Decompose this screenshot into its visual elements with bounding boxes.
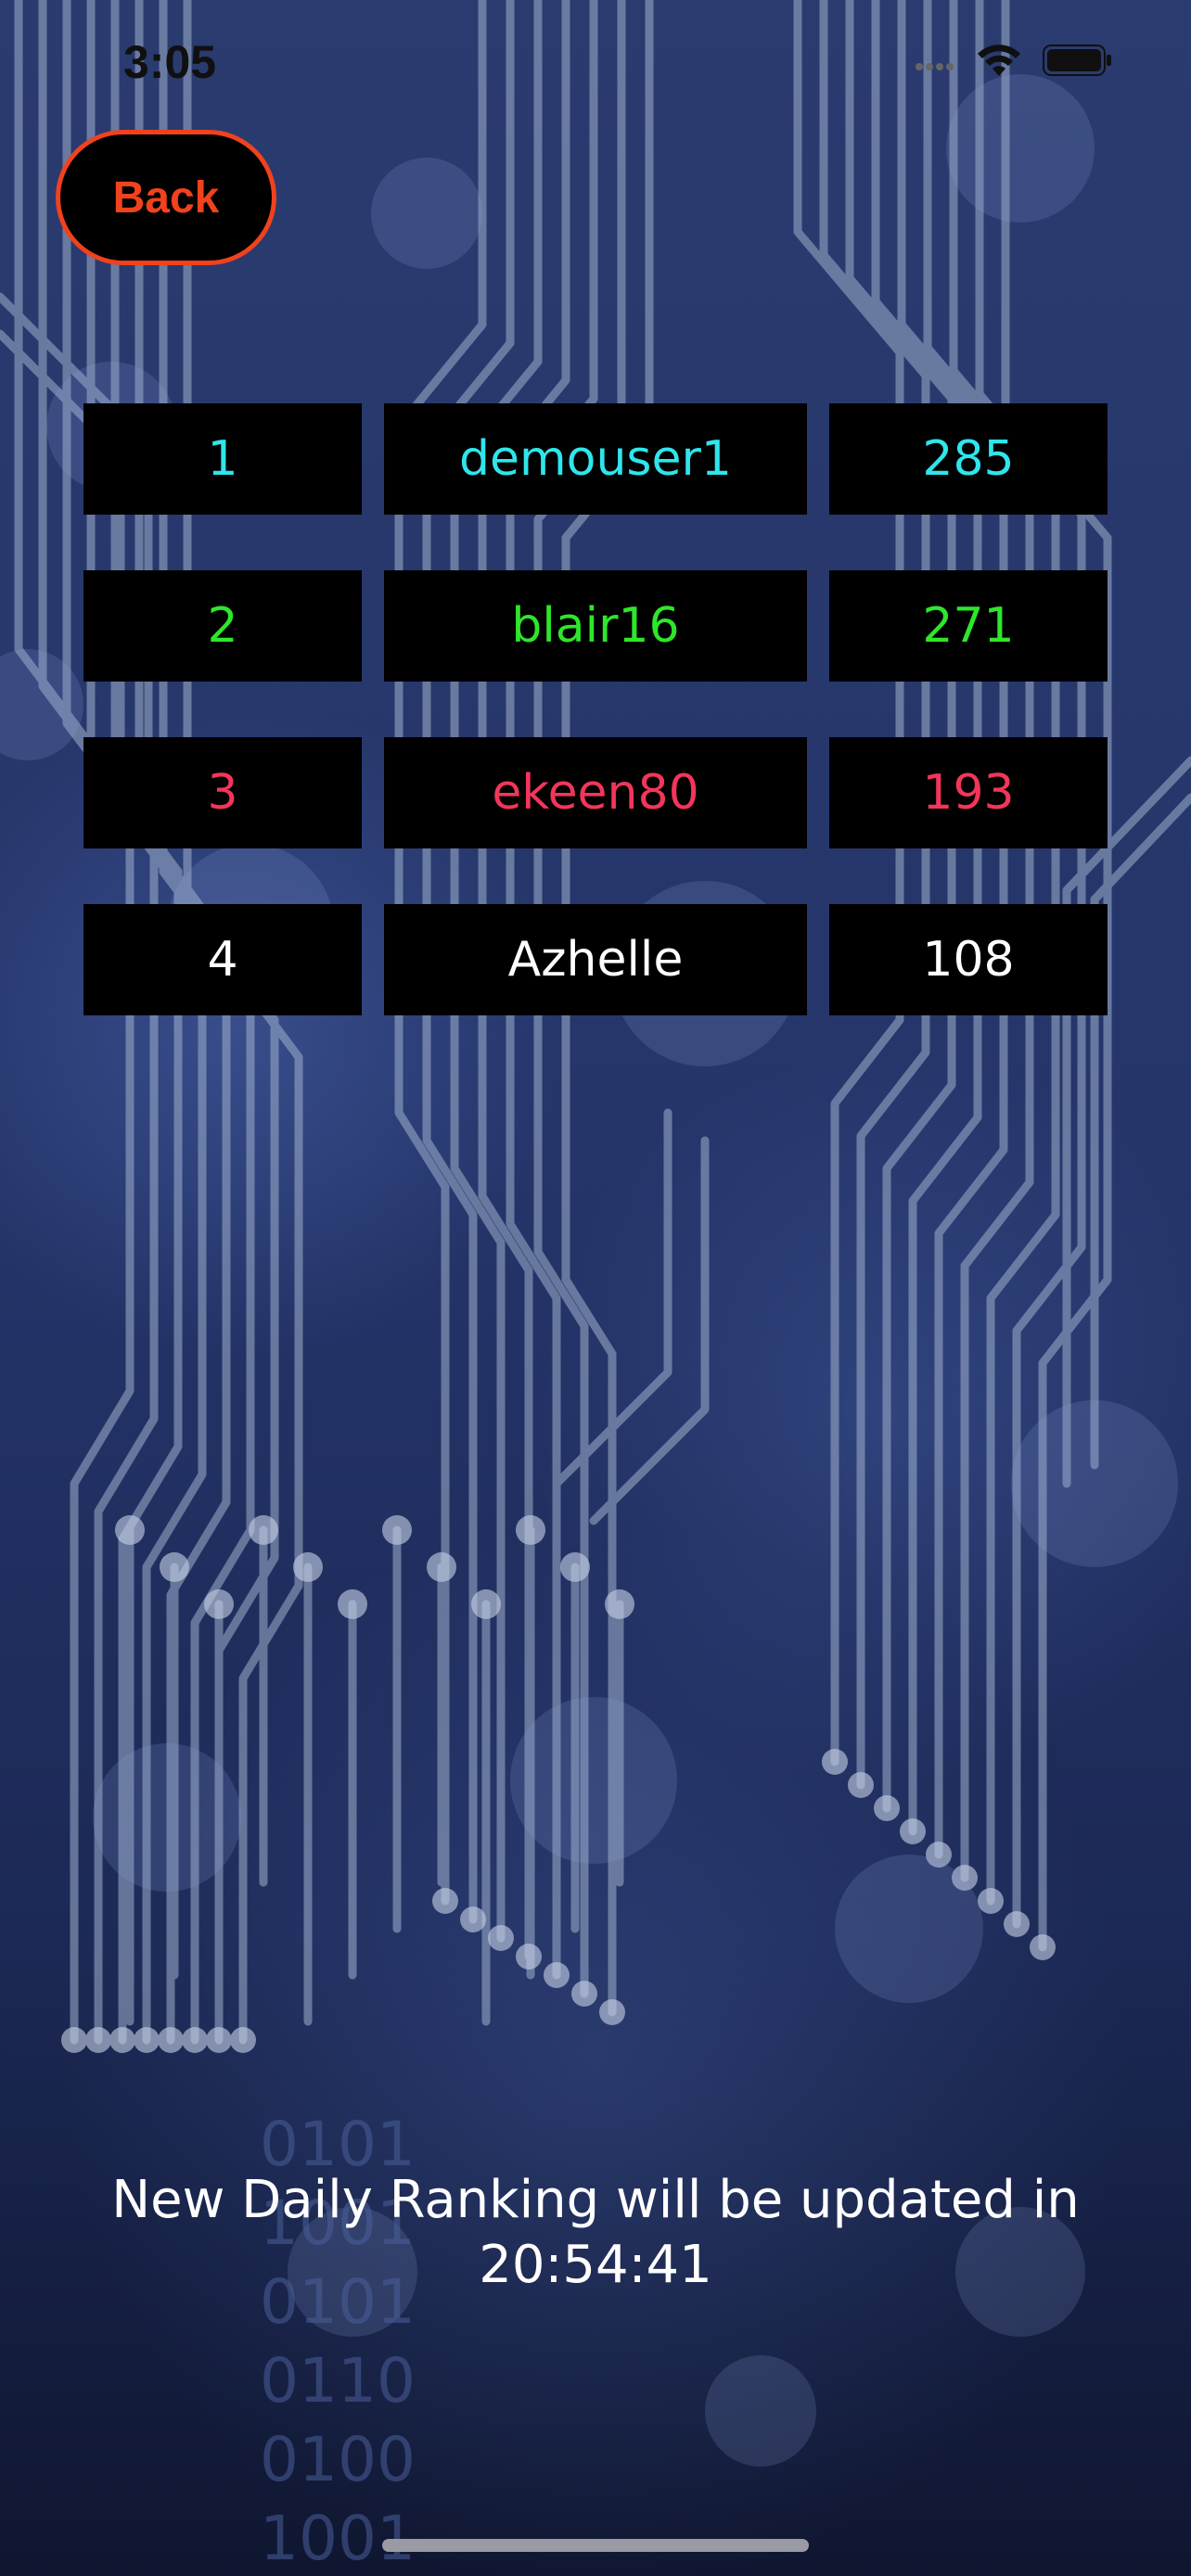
circuit-pad bbox=[293, 1552, 323, 1582]
circuit-pad bbox=[1030, 1934, 1056, 1960]
username-cell: blair16 bbox=[384, 570, 807, 682]
score-cell: 193 bbox=[829, 737, 1108, 848]
circuit-pad bbox=[900, 1818, 926, 1844]
rank-cell: 4 bbox=[83, 904, 362, 1015]
ranking-update-text: New Daily Ranking will be updated in bbox=[111, 2170, 1080, 2230]
status-time: 3:05 bbox=[123, 36, 217, 88]
circuit-glow bbox=[705, 2355, 816, 2467]
battery-icon bbox=[1043, 45, 1111, 76]
leaderboard-row: 1 demouser1 285 bbox=[83, 403, 1108, 515]
circuit-glow bbox=[1011, 1400, 1178, 1567]
circuit-pad bbox=[432, 1888, 458, 1914]
leaderboard: 1 demouser1 285 2 blair16 271 3 ekeen80 … bbox=[83, 403, 1108, 1071]
leaderboard-row: 3 ekeen80 193 bbox=[83, 737, 1108, 848]
username-cell: demouser1 bbox=[384, 403, 807, 515]
circuit-pad bbox=[382, 1515, 412, 1545]
score-cell: 285 bbox=[829, 403, 1108, 515]
circuit-pad bbox=[160, 1552, 189, 1582]
circuit-pad bbox=[134, 2027, 160, 2053]
circuit-pad bbox=[249, 1515, 278, 1545]
ranking-update-message: New Daily Ranking will be updated in 20:… bbox=[0, 2168, 1191, 2298]
circuit-pad bbox=[471, 1589, 501, 1619]
binary-digits: 0100 bbox=[260, 2424, 416, 2495]
score-cell: 271 bbox=[829, 570, 1108, 682]
circuit-pad bbox=[204, 1589, 234, 1619]
circuit-pad bbox=[488, 1925, 514, 1951]
circuit-glow bbox=[835, 1855, 983, 2003]
leaderboard-row: 4 Azhelle 108 bbox=[83, 904, 1108, 1015]
circuit-pad bbox=[516, 1515, 545, 1545]
circuit-pad bbox=[571, 1981, 597, 2007]
binary-digits: 0110 bbox=[260, 2345, 416, 2417]
circuit-pad bbox=[109, 2027, 135, 2053]
username-cell: ekeen80 bbox=[384, 737, 807, 848]
circuit-glow bbox=[93, 1743, 241, 1892]
circuit-glow bbox=[510, 1697, 677, 1864]
circuit-pad bbox=[85, 2027, 111, 2053]
circuit-pad bbox=[544, 1962, 570, 1988]
ranking-countdown: 20:54:41 bbox=[479, 2235, 712, 2295]
circuit-pad bbox=[427, 1552, 456, 1582]
circuit-pad bbox=[230, 2027, 256, 2053]
circuit-pad bbox=[158, 2027, 184, 2053]
circuit-pad bbox=[605, 1589, 634, 1619]
circuit-pad bbox=[460, 1906, 486, 1932]
circuit-pad bbox=[599, 1999, 625, 2025]
username-cell: Azhelle bbox=[384, 904, 807, 1015]
circuit-pad bbox=[338, 1589, 367, 1619]
circuit-pad bbox=[182, 2027, 208, 2053]
circuit-pad bbox=[822, 1749, 848, 1775]
rank-cell: 3 bbox=[83, 737, 362, 848]
home-indicator bbox=[382, 2539, 809, 2552]
back-button-label: Back bbox=[112, 172, 220, 223]
circuit-pad bbox=[206, 2027, 232, 2053]
circuit-pad bbox=[516, 1944, 542, 1970]
circuit-pad bbox=[978, 1888, 1004, 1914]
circuit-pad bbox=[61, 2027, 87, 2053]
status-icons bbox=[915, 43, 1113, 78]
circuit-pad bbox=[848, 1772, 874, 1798]
cellular-signal-icon bbox=[916, 63, 954, 70]
circuit-pad bbox=[560, 1552, 590, 1582]
status-bar: 3:05 bbox=[0, 0, 1191, 121]
circuit-pad bbox=[874, 1795, 900, 1821]
circuit-glow bbox=[371, 158, 482, 269]
rank-cell: 1 bbox=[83, 403, 362, 515]
circuit-pad bbox=[115, 1515, 145, 1545]
back-button[interactable]: Back bbox=[56, 130, 276, 265]
wifi-icon bbox=[978, 45, 1020, 76]
circuit-pad bbox=[1004, 1911, 1030, 1937]
score-cell: 108 bbox=[829, 904, 1108, 1015]
rank-cell: 2 bbox=[83, 570, 362, 682]
leaderboard-row: 2 blair16 271 bbox=[83, 570, 1108, 682]
